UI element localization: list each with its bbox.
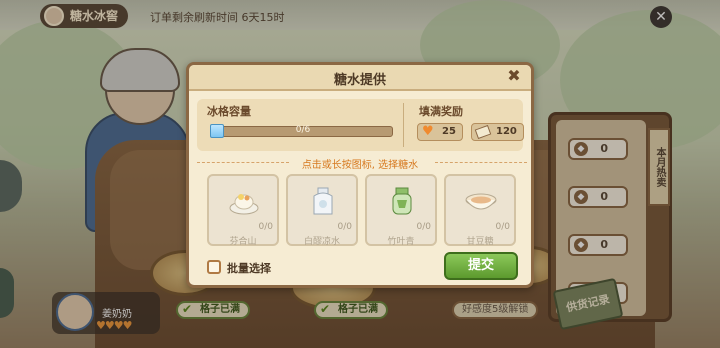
drink-card-1[interactable]: 0/0 芬合山 [207,174,279,247]
dialog-title: 糖水提供 [333,73,386,88]
heart-icon: ♥ [422,124,434,139]
drink-name: 甘豆糖 [466,237,494,247]
hint-divider-right [435,162,527,163]
drink-count: 0/0 [495,222,510,232]
capacity-label: 冰格容量 [207,105,251,118]
submit-button[interactable]: 提交 [444,252,518,280]
syrup-supply-dialog: 糖水提供 ✖ 冰格容量 0/6 填满奖励 ♥ 25 120 点击或长按图标, 选择… [186,62,534,288]
reward-ticket: 120 [471,123,524,141]
reward-heart: ♥ 25 [417,123,463,141]
drink-card-4[interactable]: 0/0 甘豆糖 [444,174,516,247]
selection-hint: 点击或长按图标, 选择糖水 [301,160,419,171]
drink-count: 0/0 [416,222,431,232]
jar-icon [392,187,412,215]
bottle-icon [313,187,333,215]
drink-count: 0/0 [258,222,273,232]
batch-select-label[interactable]: 批量选择 [227,260,271,276]
drink-card-3[interactable]: 0/0 竹叶青 [365,174,437,247]
drink-card-2[interactable]: 0/0 白醪凉水 [286,174,358,247]
drink-name: 白醪凉水 [303,237,340,247]
drink-count: 0/0 [337,222,352,232]
dialog-header: 糖水提供 ✖ [189,65,531,91]
close-icon[interactable]: ✖ [505,67,523,85]
batch-select-checkbox[interactable] [207,260,221,274]
dessert-bowl-icon [229,194,259,215]
soup-bowl-icon [465,193,497,210]
drink-name: 竹叶青 [387,237,415,247]
ticket-icon [474,124,492,140]
divider [403,103,404,147]
reward-label: 填满奖励 [419,105,463,118]
capacity-text: 0/6 [295,125,311,135]
drink-name: 芬合山 [229,237,257,247]
